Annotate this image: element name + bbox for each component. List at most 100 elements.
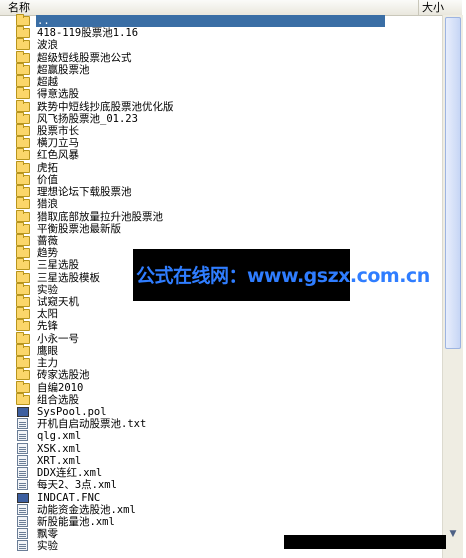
file-item[interactable]: XSK.xml [16, 442, 442, 455]
folder-icon [16, 258, 30, 271]
file-icon [17, 442, 28, 454]
file-icon [17, 454, 28, 466]
item-label: SysPool.pol [37, 406, 107, 418]
folder-icon [16, 148, 30, 161]
item-label: 每天2、3点.xml [37, 479, 117, 492]
item-label: XSK.xml [37, 442, 82, 455]
folder-item[interactable]: 先锋 [16, 319, 442, 333]
folder-icon [16, 331, 30, 344]
item-label: 跌势中短线抄底股票池优化版 [37, 100, 174, 113]
file-icon [17, 492, 29, 503]
file-icon [17, 430, 28, 442]
item-label: 实验 [37, 283, 58, 296]
item-label: 鹰眼 [37, 344, 58, 357]
item-label: 新股能量池.xml [37, 515, 115, 528]
item-label: 组合选股 [37, 393, 79, 406]
item-label: 开机自启动股票池.txt [37, 418, 147, 431]
folder-icon [16, 26, 30, 39]
scroll-down-arrow-icon[interactable]: ▼ [446, 527, 460, 541]
folder-icon [16, 270, 30, 283]
item-label: 红色风暴 [37, 149, 79, 162]
folder-item[interactable]: 得意选股 [16, 87, 442, 101]
item-label: qlg.xml [37, 430, 82, 443]
folder-item[interactable]: 猎浪 [16, 197, 442, 210]
column-header: 名称 大小 [0, 0, 462, 16]
item-label: 超越 [37, 76, 58, 89]
item-label: 虎拓 [37, 161, 58, 174]
folder-item[interactable]: 股票市长 [16, 123, 442, 137]
folder-item[interactable]: 418-119股票池1.16 [16, 26, 442, 40]
folder-item[interactable]: 组合选股 [16, 392, 442, 406]
file-item[interactable]: qlg.xml [16, 430, 442, 442]
file-icon [17, 418, 28, 430]
file-item[interactable]: SysPool.pol [16, 406, 442, 418]
folder-item[interactable]: 平衡股票池最新版 [16, 221, 442, 235]
file-item[interactable]: 每天2、3点.xml [16, 479, 442, 491]
item-label: INDCAT.FNC [37, 491, 101, 504]
folder-item[interactable]: 红色风暴 [16, 148, 442, 162]
item-label: 先锋 [37, 320, 58, 333]
folder-item[interactable]: 虎拓 [16, 160, 442, 174]
folder-item[interactable]: 猎取底部放量拉升池股票池 [16, 209, 442, 223]
file-icon [17, 540, 28, 552]
folder-icon [16, 295, 30, 308]
folder-icon [16, 282, 30, 295]
redaction-bar [284, 535, 446, 549]
folder-icon [16, 380, 30, 393]
item-label: 自编2010 [37, 381, 84, 394]
file-icon [17, 407, 29, 417]
size-column-header[interactable]: 大小 [418, 0, 462, 15]
file-item[interactable]: XRT.xml [16, 454, 442, 467]
scrollbar-thumb[interactable] [445, 17, 461, 349]
folder-icon [16, 99, 30, 112]
item-label: 风飞扬股票池_01.23 [37, 112, 138, 125]
folder-icon [16, 160, 30, 173]
folder-icon [16, 14, 30, 26]
folder-item[interactable]: 理想论坛下载股票池 [16, 185, 442, 199]
folder-icon [16, 185, 30, 198]
folder-item[interactable]: 价值 [16, 172, 442, 186]
item-label: DDX连红.xml [37, 467, 103, 480]
file-item[interactable]: 新股能量池.xml [16, 515, 442, 528]
folder-item[interactable]: .. [16, 14, 442, 28]
file-icon [17, 503, 28, 515]
item-label: 三星选股模板 [37, 271, 100, 284]
folder-icon [16, 38, 30, 51]
item-label: 理想论坛下载股票池 [37, 186, 132, 199]
folder-icon [16, 368, 30, 381]
item-label: 猎取底部放量拉升池股票池 [37, 210, 163, 223]
watermark-text: 公式在线网：www.gszx.com.cn [136, 265, 430, 287]
folder-item[interactable]: 蔷薇 [16, 233, 442, 247]
folder-icon [16, 123, 30, 136]
file-item[interactable]: DDX连红.xml [16, 467, 442, 479]
folder-item[interactable]: 砖家选股池 [16, 368, 442, 381]
folder-item[interactable]: 鹰眼 [16, 343, 442, 357]
item-label: 得意选股 [37, 88, 79, 101]
folder-item[interactable]: 自编2010 [16, 380, 442, 394]
folder-item[interactable]: 横刀立马 [16, 136, 442, 149]
item-label: 三星选股 [37, 259, 79, 272]
folder-item[interactable]: 小永一号 [16, 331, 442, 345]
folder-item[interactable]: 波浪 [16, 38, 442, 51]
folder-item[interactable]: 跌势中短线抄底股票池优化版 [16, 99, 442, 113]
file-item[interactable]: 动能资金选股池.xml [16, 503, 442, 516]
file-item[interactable]: 开机自启动股票池.txt [16, 418, 442, 430]
name-column-header[interactable]: 名称 [8, 0, 408, 15]
folder-item[interactable]: 超赢股票池 [16, 62, 442, 76]
folder-icon [16, 221, 30, 234]
file-item[interactable]: INDCAT.FNC [16, 492, 442, 504]
item-label: 418-119股票池1.16 [37, 27, 139, 40]
folder-icon [16, 356, 30, 369]
item-label: XRT.xml [37, 454, 82, 467]
folder-icon [16, 75, 30, 88]
folder-item[interactable]: 风飞扬股票池_01.23 [16, 111, 442, 125]
item-label: 蔷薇 [37, 234, 58, 247]
folder-item[interactable]: 超级短线股票池公式 [16, 50, 442, 64]
folder-item[interactable]: 主力 [16, 356, 442, 369]
folder-item[interactable]: 超越 [16, 75, 442, 89]
folder-icon [16, 392, 30, 405]
file-icon [17, 528, 28, 540]
folder-item[interactable]: 太阳 [16, 307, 442, 320]
vertical-scrollbar[interactable]: ▼ [442, 15, 463, 558]
item-label: .. [36, 15, 385, 28]
